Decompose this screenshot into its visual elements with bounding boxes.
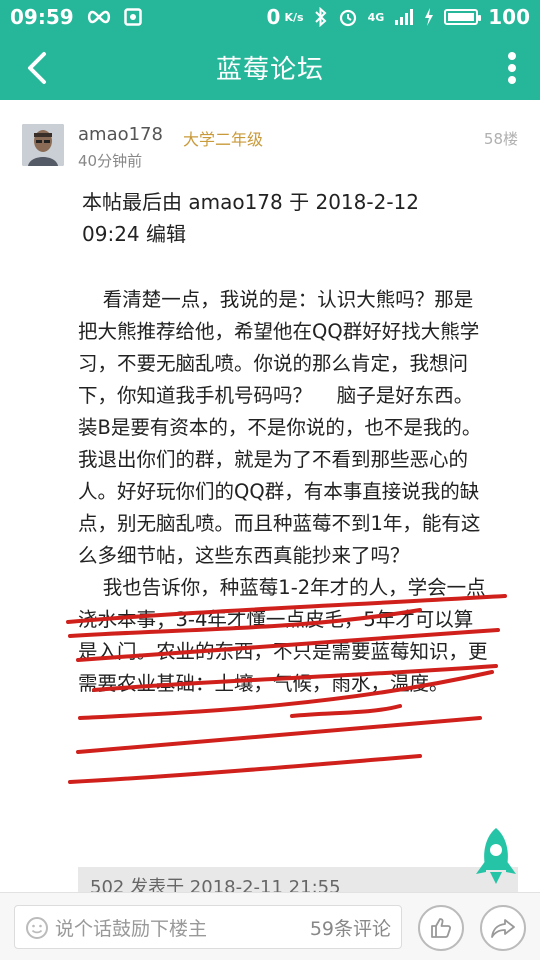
avatar[interactable] (22, 124, 64, 166)
signal-type: 4G (367, 10, 385, 24)
share-icon (491, 919, 515, 938)
bluetooth-icon (314, 7, 327, 27)
thumbs-up-icon (431, 918, 452, 938)
floor-number: 58楼 (483, 130, 518, 148)
post-content: 看清楚一点，我说的是：认识大熊吗？那是把大熊推荐给他，希望他在QQ群好好找大熊学… (78, 288, 488, 695)
charging-icon (425, 8, 434, 26)
network-unit: K/s (284, 10, 304, 24)
bottom-bar: 说个话鼓励下楼主 59条评论 (0, 892, 540, 960)
author-name[interactable]: amao178 (78, 124, 163, 145)
reply-placeholder: 说个话鼓励下楼主 (55, 918, 208, 940)
post-time: 40分钟前 (78, 152, 143, 170)
battery-icon (444, 9, 482, 25)
app-bar: 蓝莓论坛 (0, 34, 540, 100)
battery-percent: 100 (488, 5, 530, 29)
page-title: 蓝莓论坛 (215, 54, 324, 85)
status-bar: 09:59 0 K/s 4G 100 (0, 0, 540, 34)
emoji-icon (26, 917, 48, 939)
alarm-icon (339, 9, 356, 27)
app-notification-icon (123, 8, 142, 26)
author-grade-badge: 大学二年级 (183, 130, 264, 149)
infinity-icon (87, 10, 110, 24)
comment-count[interactable]: 59条评论 (310, 914, 391, 941)
network-speed: 0 (266, 5, 281, 29)
share-button[interactable] (480, 905, 526, 951)
rocket-icon[interactable] (470, 826, 522, 886)
like-button[interactable] (418, 905, 464, 951)
avatar-image (22, 124, 64, 166)
status-time: 09:59 (10, 5, 74, 29)
more-vertical-icon[interactable] (502, 48, 522, 88)
signal-icon (395, 9, 414, 25)
quote-preview[interactable]: 502 发表于 2018-2-11 21:55 (78, 867, 518, 895)
chevron-left-icon[interactable] (18, 48, 58, 88)
edit-note: 本帖最后由 amao178 于 2018-2-12 09:24 编辑 (82, 190, 419, 246)
reply-input[interactable]: 说个话鼓励下楼主 59条评论 (14, 905, 402, 949)
